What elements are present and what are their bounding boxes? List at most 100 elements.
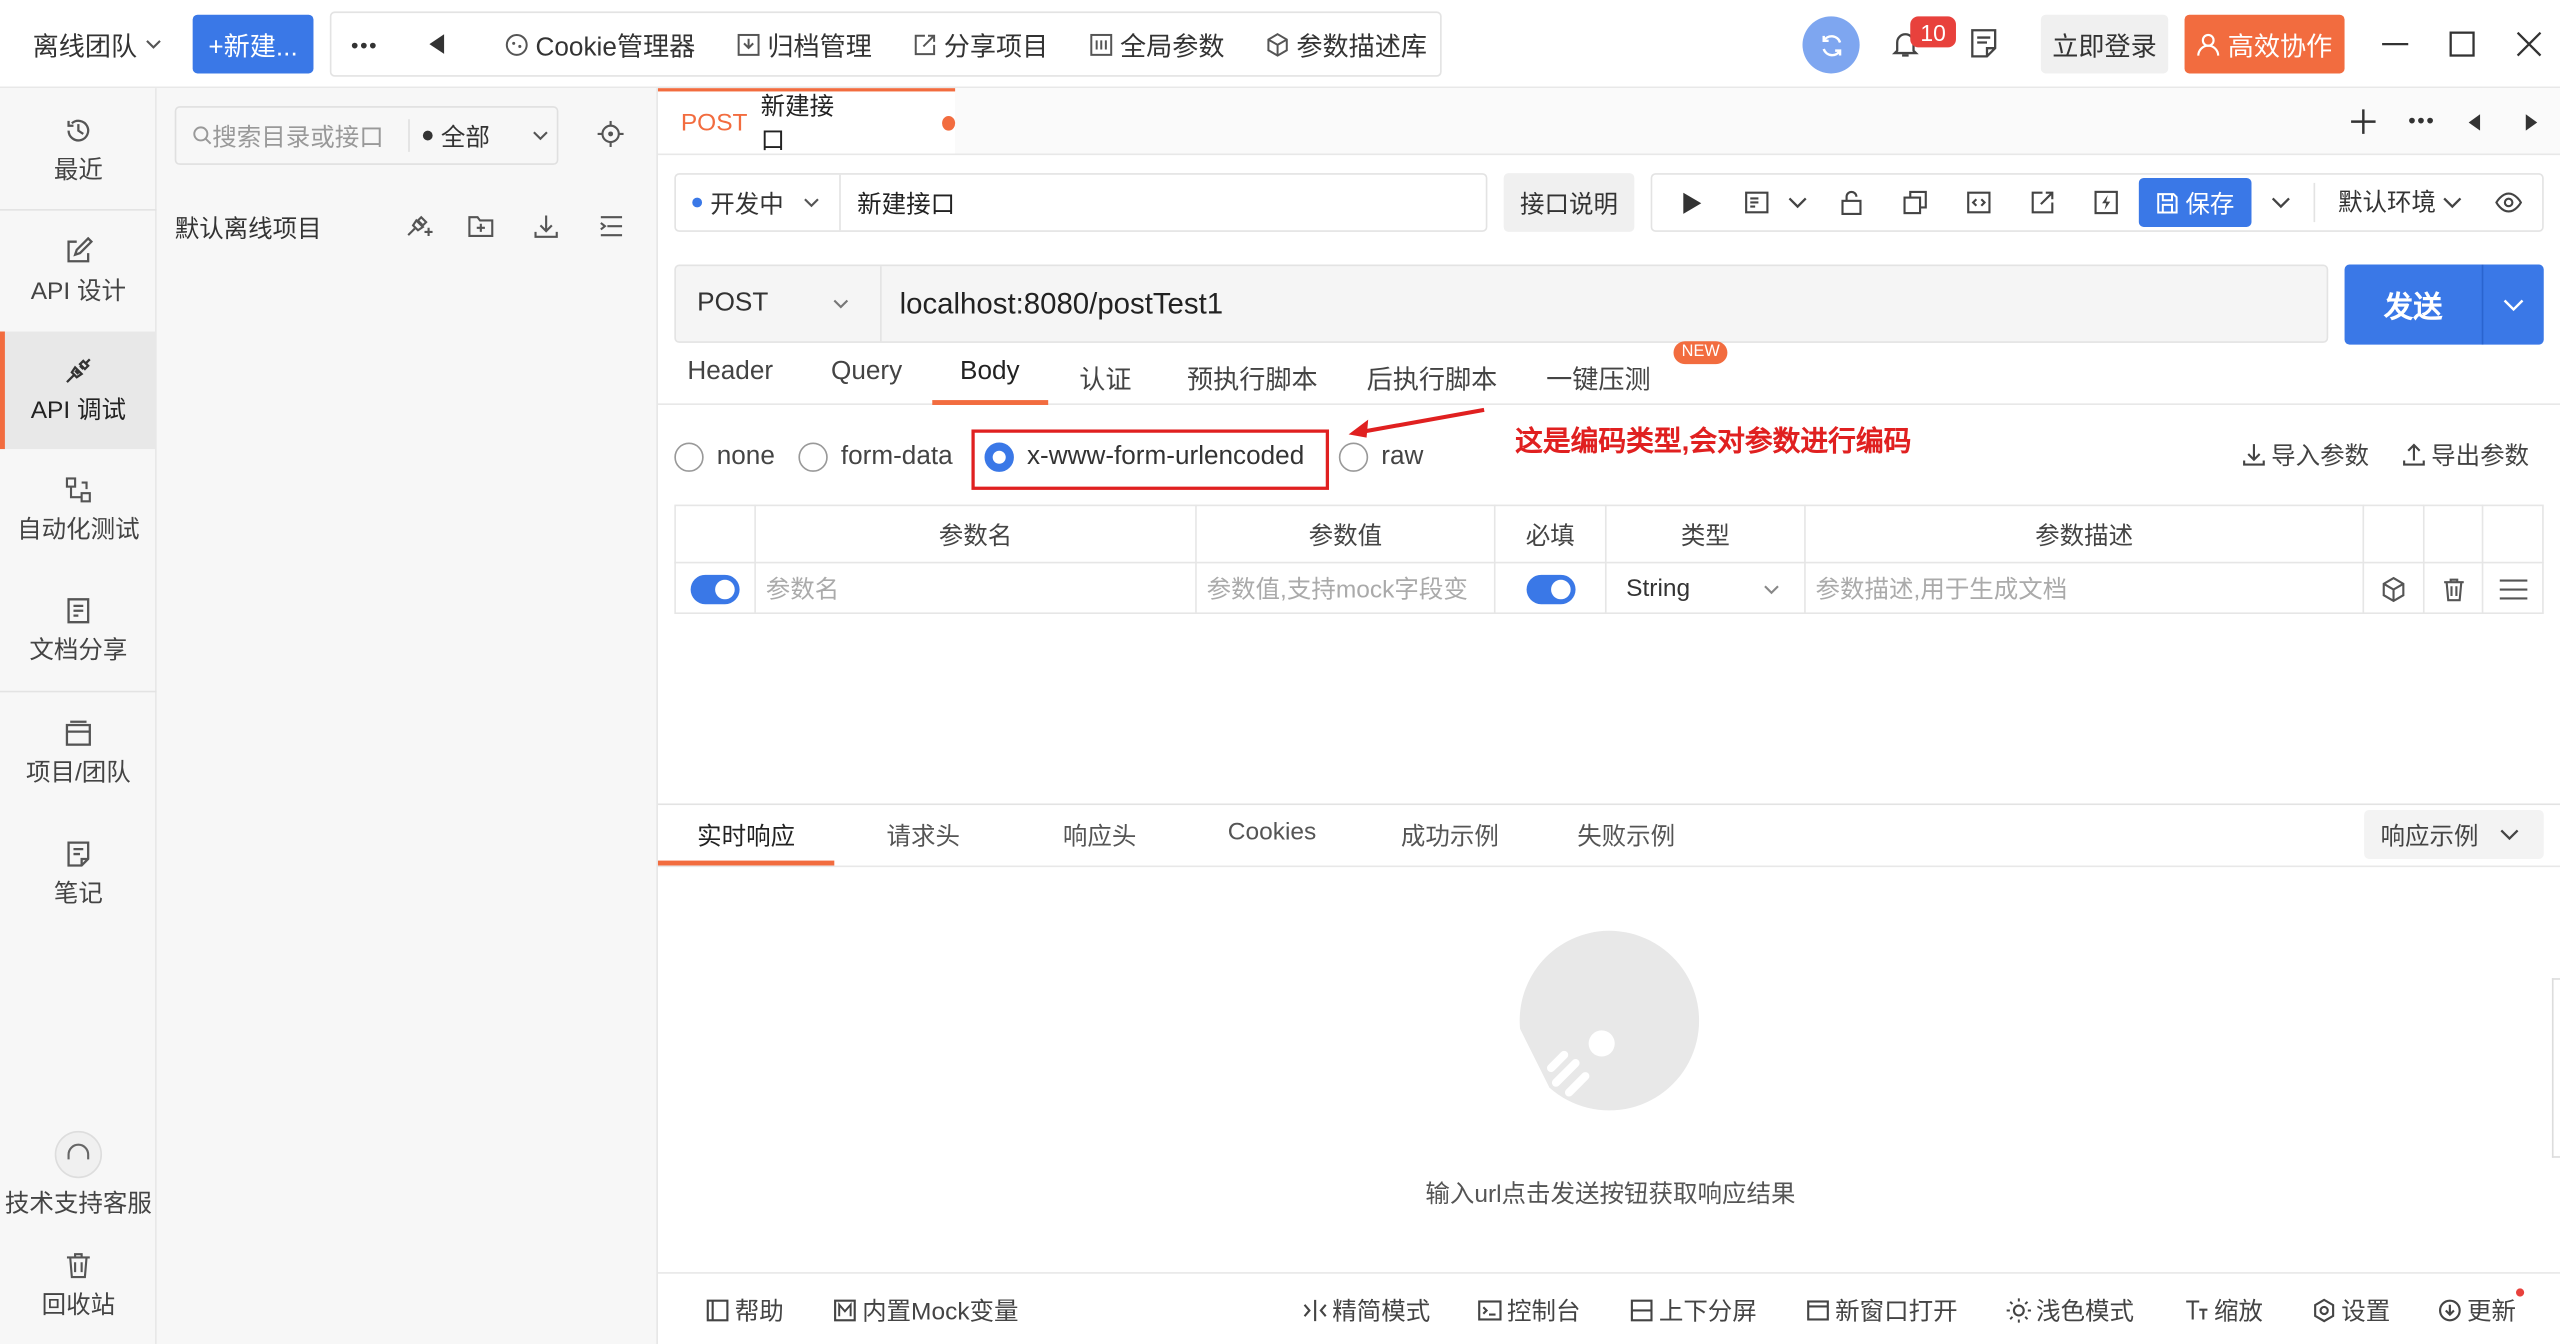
sidebar-item-recent[interactable]: 最近 — [0, 91, 157, 209]
response-example-select[interactable]: 响应示例 — [2364, 809, 2544, 859]
drag-handle[interactable] — [2483, 563, 2543, 614]
subtab-query[interactable]: Query — [831, 358, 902, 387]
team-selector[interactable]: 离线团队 — [33, 15, 164, 74]
tab-new-api[interactable]: POST 新建接口 — [657, 88, 956, 155]
tab-next-button[interactable] — [2524, 111, 2539, 139]
param-desc-lib-button[interactable]: 参数描述库 — [1265, 15, 1427, 74]
type-select[interactable]: String — [1607, 563, 1806, 615]
new-window-button[interactable]: 新窗口打开 — [1806, 1293, 1958, 1327]
send-dropdown[interactable] — [2483, 265, 2543, 345]
subtab-stress-test[interactable]: 一键压测 — [1546, 358, 1651, 397]
sidebar-item-trash[interactable]: 回收站 — [0, 1231, 157, 1339]
subtab-post-script[interactable]: 后执行脚本 — [1367, 358, 1498, 397]
sidebar-item-doc-share[interactable]: 文档分享 — [0, 572, 157, 690]
radio-none[interactable]: none — [674, 442, 775, 472]
new-button[interactable]: +新建... — [192, 14, 314, 74]
close-button[interactable] — [2514, 29, 2543, 65]
radio-form-data[interactable]: form-data — [798, 442, 953, 472]
maximize-button[interactable] — [2447, 29, 2476, 65]
update-button[interactable]: 更新 — [2438, 1293, 2516, 1327]
required-toggle[interactable] — [1525, 573, 1575, 604]
status-select[interactable]: 开发中 — [676, 174, 841, 231]
minimize-button[interactable] — [2380, 29, 2409, 65]
response-tab-failure[interactable]: 失败示例 — [1577, 818, 1675, 852]
mock-icon — [833, 1298, 857, 1322]
filter-select[interactable]: 全部 — [422, 118, 550, 152]
template-dropdown[interactable] — [1786, 191, 1809, 220]
settings-button[interactable]: 设置 — [2312, 1293, 2390, 1327]
env-select[interactable]: 默认环境 — [2338, 185, 2464, 219]
collapse-tree-button[interactable] — [598, 212, 626, 246]
delete-row-button[interactable] — [2425, 563, 2484, 615]
param-desc-input[interactable]: 参数描述,用于生成文档 — [1806, 563, 2365, 615]
locate-button[interactable] — [597, 120, 624, 154]
sync-icon — [1818, 32, 1844, 58]
search-input[interactable]: 搜索目录或接口 — [212, 118, 408, 152]
add-folder-button[interactable] — [467, 212, 495, 246]
share-project-button[interactable]: 分享项目 — [913, 15, 1048, 74]
lock-button[interactable] — [1838, 189, 1864, 222]
template-button[interactable] — [1744, 189, 1770, 222]
subtab-pre-script[interactable]: 预执行脚本 — [1187, 358, 1318, 397]
export-params-button[interactable]: 导出参数 — [2402, 438, 2529, 472]
save-dropdown[interactable] — [2269, 191, 2292, 220]
copy-button[interactable] — [1902, 189, 1928, 222]
response-tab-req-headers[interactable]: 请求头 — [887, 818, 960, 852]
add-tab-button[interactable] — [2349, 108, 2377, 142]
archive-button[interactable]: 归档管理 — [736, 15, 872, 74]
save-button[interactable]: 保存 — [2138, 177, 2252, 227]
code-button[interactable] — [1966, 189, 1992, 222]
add-api-button[interactable] — [405, 212, 433, 246]
import-button[interactable] — [532, 212, 560, 246]
light-mode-button[interactable]: 浅色模式 — [2006, 1293, 2134, 1327]
param-value-input[interactable]: 参数值,支持mock字段变 — [1197, 563, 1496, 615]
sidebar-item-automation[interactable]: 自动化测试 — [0, 451, 157, 569]
side-scrollbar[interactable] — [2551, 978, 2560, 1158]
share-button[interactable] — [2029, 189, 2055, 222]
response-tab-cookies[interactable]: Cookies — [1228, 818, 1316, 846]
subtab-body[interactable]: Body — [960, 358, 1020, 387]
env-view-button[interactable] — [2495, 191, 2523, 220]
method-select[interactable]: POST — [676, 266, 882, 342]
sidebar-item-support[interactable]: 技术支持客服 — [0, 1117, 157, 1231]
collab-button[interactable]: 高效协作 — [2184, 14, 2345, 74]
console-button[interactable]: 控制台 — [1478, 1293, 1580, 1327]
radio-x-www-form-urlencoded[interactable]: x-www-form-urlencoded — [984, 442, 1304, 472]
sidebar-item-notes[interactable]: 笔记 — [0, 815, 157, 933]
run-button[interactable] — [1682, 191, 1703, 222]
global-params-button[interactable]: 全局参数 — [1089, 15, 1225, 74]
param-name-input[interactable]: 参数名 — [756, 563, 1197, 615]
mock-vars-button[interactable]: 内置Mock变量 — [833, 1293, 1019, 1327]
split-view-button[interactable]: 上下分屏 — [1629, 1293, 1757, 1327]
login-button[interactable]: 立即登录 — [2040, 14, 2169, 74]
response-tab-success[interactable]: 成功示例 — [1401, 818, 1499, 852]
more-button[interactable]: ••• — [351, 15, 378, 74]
radio-raw[interactable]: raw — [1338, 442, 1423, 472]
response-tab-realtime[interactable]: 实时响应 — [697, 818, 795, 852]
enable-toggle[interactable] — [689, 573, 739, 604]
cookie-manager-button[interactable]: Cookie管理器 — [505, 15, 695, 74]
project-name[interactable]: 默认离线项目 — [175, 211, 322, 245]
sidebar-item-api-design[interactable]: API 设计 — [0, 212, 157, 330]
compact-mode-button[interactable]: 精简模式 — [1303, 1293, 1430, 1327]
env-value: 默认环境 — [2338, 189, 2437, 218]
tab-prev-button[interactable] — [2467, 111, 2482, 139]
sync-button[interactable] — [1802, 16, 1860, 74]
collapse-left-button[interactable] — [426, 15, 446, 74]
zoom-button[interactable]: 缩放 — [2185, 1293, 2263, 1327]
response-tab-resp-headers[interactable]: 响应头 — [1063, 818, 1136, 852]
url-input[interactable]: localhost:8080/postTest1 — [900, 287, 1224, 321]
help-button[interactable]: 帮助 — [705, 1293, 784, 1327]
flash-button[interactable] — [2093, 189, 2119, 222]
sidebar-item-project-team[interactable]: 项目/团队 — [0, 694, 157, 812]
notes-button[interactable] — [1969, 28, 1998, 66]
param-desc-lib-button[interactable] — [2364, 563, 2425, 615]
subtab-header[interactable]: Header — [687, 358, 773, 387]
api-name-input[interactable]: 新建接口 — [857, 185, 955, 219]
subtab-auth[interactable]: 认证 — [1079, 358, 1131, 397]
sidebar-item-api-debug[interactable]: API 调试 — [0, 331, 157, 450]
send-button[interactable]: 发送 — [2345, 265, 2482, 345]
api-doc-button[interactable]: 接口说明 — [1503, 173, 1635, 232]
tab-more-button[interactable]: ••• — [2408, 108, 2435, 132]
import-params-button[interactable]: 导入参数 — [2242, 438, 2369, 472]
